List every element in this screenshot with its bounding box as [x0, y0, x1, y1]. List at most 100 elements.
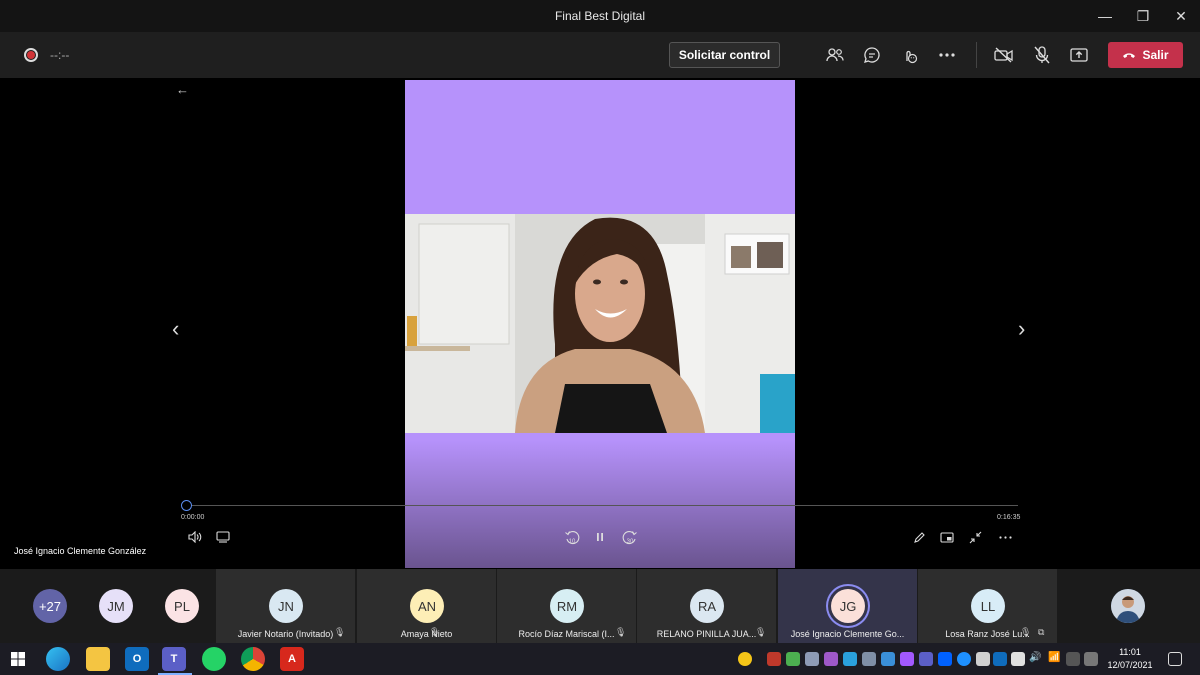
- participant-tile[interactable]: LL Losa Ranz José Lu... 🎙 ⧉: [918, 569, 1057, 643]
- tray-app-icon[interactable]: [862, 652, 876, 666]
- viewer-more-glyph: [998, 535, 1012, 539]
- screen-share-icon: ⧉: [1038, 627, 1045, 637]
- hangup-icon: [1123, 53, 1136, 58]
- avatar: RM: [550, 589, 584, 623]
- tray-app-icon[interactable]: [843, 652, 857, 666]
- avatar: JN: [269, 589, 303, 623]
- participant-strip: +27 JM PL JN Javier Notario (Invitado) 🎙…: [0, 569, 1200, 643]
- participant-tile[interactable]: RM Rocío Díaz Mariscal (I... 🎙: [497, 569, 636, 643]
- pause-button[interactable]: [592, 529, 608, 545]
- tray-security-icon[interactable]: [786, 652, 800, 666]
- participants-icon[interactable]: [825, 45, 845, 65]
- avatar: RA: [690, 589, 724, 623]
- tray-keyboard-icon[interactable]: [1084, 652, 1098, 666]
- previous-arrow-icon[interactable]: ‹: [172, 316, 179, 342]
- video-player[interactable]: [405, 80, 795, 568]
- tray-app-icon[interactable]: [881, 652, 895, 666]
- chrome-icon[interactable]: [241, 647, 265, 671]
- participant-tile[interactable]: AN Amaya Nieto 🎙: [357, 569, 496, 643]
- reactions-glyph: [906, 50, 918, 64]
- wifi-tray-icon[interactable]: 📶: [1048, 652, 1062, 666]
- self-video-avatar[interactable]: [1111, 589, 1145, 623]
- camera-off-icon[interactable]: [994, 45, 1014, 65]
- mic-icon: 🎙: [334, 627, 346, 637]
- picture-in-picture-icon[interactable]: [939, 529, 955, 545]
- volume-tray-icon[interactable]: 🔊: [1029, 652, 1043, 666]
- participant-name: Amaya Nieto: [400, 629, 453, 639]
- participant-tile-active[interactable]: JG José Ignacio Clemente Go...: [778, 569, 917, 643]
- tray-device-icon[interactable]: [1066, 652, 1080, 666]
- pause-icon: [597, 533, 603, 541]
- rewind-seconds: 10: [569, 539, 576, 545]
- avatar[interactable]: PL: [165, 589, 199, 623]
- meeting-timer: --:--: [50, 48, 70, 62]
- close-window-button[interactable]: ✕: [1162, 0, 1200, 32]
- outlook-icon[interactable]: O: [125, 647, 149, 671]
- tray-app-icon[interactable]: [900, 652, 914, 666]
- pip-glyph: [940, 531, 954, 543]
- request-control-button[interactable]: Solicitar control: [669, 42, 780, 68]
- mic-off-icon: 🎙: [429, 627, 441, 637]
- viewer-more-icon[interactable]: [997, 529, 1013, 545]
- forward-seconds: 30: [627, 539, 634, 545]
- tray-status-icon[interactable]: [738, 652, 752, 666]
- back-arrow-icon[interactable]: ←: [176, 82, 189, 97]
- forward-30-button[interactable]: 30: [620, 529, 640, 545]
- participant-name: Losa Ranz José Lu...: [945, 629, 1030, 639]
- progress-knob[interactable]: [181, 500, 192, 511]
- participants-glyph: [826, 48, 844, 62]
- share-screen-icon[interactable]: [1069, 45, 1089, 65]
- current-time: 0:00:00: [181, 514, 205, 521]
- taskbar-clock[interactable]: 11:01 12/07/2021: [1104, 646, 1156, 672]
- annotate-pen-icon[interactable]: [911, 529, 927, 545]
- tray-app-icon[interactable]: [767, 652, 781, 666]
- window-title: Final Best Digital: [554, 9, 646, 23]
- restore-button[interactable]: ❐: [1124, 0, 1162, 32]
- minimize-button[interactable]: —: [1086, 0, 1124, 32]
- teams-icon[interactable]: T: [162, 647, 186, 671]
- more-glyph: [939, 53, 955, 57]
- clock-time: 11:01: [1119, 647, 1141, 657]
- tray-outlook-icon[interactable]: [993, 652, 1007, 666]
- tray-teams-icon[interactable]: [919, 652, 933, 666]
- next-arrow-icon[interactable]: ›: [1018, 316, 1025, 342]
- leave-button[interactable]: Salir: [1108, 42, 1183, 68]
- exit-fullscreen-icon[interactable]: [967, 529, 983, 545]
- tray-app-icon[interactable]: [824, 652, 838, 666]
- participant-name: José Ignacio Clemente Go...: [790, 629, 905, 639]
- overflow-participants-badge[interactable]: +27: [33, 589, 67, 623]
- mic-off-icon[interactable]: [1032, 45, 1052, 65]
- whatsapp-icon[interactable]: [202, 647, 226, 671]
- avatar: JG: [831, 589, 865, 623]
- toolbar-divider: [976, 42, 977, 68]
- edge-icon[interactable]: [46, 647, 70, 671]
- avatar: LL: [971, 589, 1005, 623]
- tray-app-icon[interactable]: [805, 652, 819, 666]
- notification-center-icon[interactable]: [1168, 652, 1182, 666]
- more-options-icon[interactable]: [937, 45, 957, 65]
- avatar[interactable]: JM: [99, 589, 133, 623]
- window-titlebar: Final Best Digital — ❐ ✕: [0, 0, 1200, 32]
- rewind-10-button[interactable]: 10: [562, 529, 582, 545]
- participant-tile[interactable]: JN Javier Notario (Invitado) 🎙: [216, 569, 355, 643]
- mic-off-icon: 🎙: [755, 627, 767, 637]
- meeting-toolbar: --:-- Solicitar control Salir: [0, 32, 1200, 78]
- mic-off-icon: 🎙: [1020, 627, 1032, 637]
- tray-onedrive-icon[interactable]: [957, 652, 971, 666]
- file-explorer-icon[interactable]: [86, 647, 110, 671]
- tray-dropbox-icon[interactable]: [938, 652, 952, 666]
- acrobat-icon[interactable]: A: [280, 647, 304, 671]
- progress-track[interactable]: [186, 505, 1018, 506]
- windows-taskbar: O T A 🔊 📶 11:01 12/07/2021: [0, 643, 1200, 675]
- video-frame: [405, 214, 795, 433]
- tray-usb-icon[interactable]: [976, 652, 990, 666]
- camera-glyph: [994, 47, 1013, 63]
- windows-start-icon[interactable]: [6, 647, 30, 671]
- captions-icon[interactable]: [215, 529, 231, 545]
- reactions-icon[interactable]: [899, 45, 919, 65]
- volume-icon[interactable]: [187, 529, 203, 545]
- video-bottom-band: [405, 440, 795, 568]
- chat-icon[interactable]: [862, 45, 882, 65]
- participant-tile[interactable]: RA RELANO PINILLA JUA... 🎙: [637, 569, 776, 643]
- tray-app-icon[interactable]: [1011, 652, 1025, 666]
